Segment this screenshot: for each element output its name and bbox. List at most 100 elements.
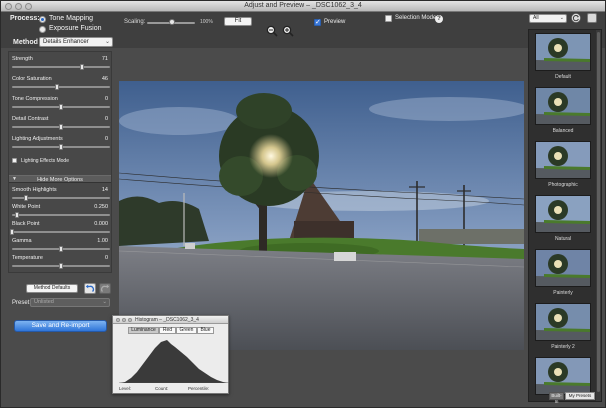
- detail-contrast-slider[interactable]: [12, 124, 110, 130]
- preset-select[interactable]: Unlisted ⌄: [30, 298, 110, 307]
- hdr-photo-preview: [119, 81, 524, 350]
- tone-mapping-label: Tone Mapping: [49, 15, 93, 22]
- tone-compression-value: 0: [104, 96, 108, 102]
- gamma-value: 1.00: [97, 238, 108, 244]
- scaling-value: 100%: [200, 19, 213, 25]
- preset-thumbnail: [535, 33, 591, 71]
- gamma-slider-knob[interactable]: [59, 246, 63, 252]
- top-toolbar: Process: Tone Mapping Exposure Fusion Me…: [1, 12, 605, 48]
- chevron-down-icon: ⌄: [559, 15, 564, 21]
- chevron-down-icon: ⌄: [102, 299, 107, 305]
- temperature-slider[interactable]: [12, 263, 110, 269]
- lighting-adjustments-slider-knob[interactable]: [59, 144, 63, 150]
- strength-slider-knob[interactable]: [79, 64, 84, 70]
- list-view-icon[interactable]: [587, 13, 597, 23]
- method-defaults-button[interactable]: Method Defaults: [26, 284, 78, 293]
- color-saturation-value: 46: [101, 76, 108, 82]
- tab-my-presets[interactable]: My Presets: [565, 392, 595, 400]
- histogram-close-button[interactable]: [116, 318, 120, 322]
- save-and-reimport-button[interactable]: Save and Re-import: [14, 320, 107, 332]
- more-options-label: Hide More Options: [37, 177, 83, 183]
- smooth-highlights-slider[interactable]: [12, 195, 110, 201]
- preset-label: Preset:: [12, 300, 32, 306]
- white-point-label: White Point: [12, 204, 41, 210]
- method-select[interactable]: Details Enhancer ⌄: [39, 37, 113, 47]
- help-icon[interactable]: ?: [435, 15, 443, 23]
- redo-icon: [100, 284, 110, 292]
- preview-image[interactable]: [119, 81, 524, 350]
- scaling-label: Scaling:: [124, 19, 146, 25]
- strength-slider[interactable]: [12, 64, 110, 70]
- more-options-toggle[interactable]: ▼ Hide More Options: [9, 175, 111, 183]
- histogram-percentile-label: Percentile:: [188, 386, 210, 391]
- white-point-slider[interactable]: [12, 212, 110, 218]
- detail-contrast-label: Detail Contrast: [12, 116, 49, 122]
- temperature-value: 0: [104, 255, 108, 261]
- black-point-slider[interactable]: [10, 229, 110, 235]
- white-point-value: 0.250: [94, 204, 108, 210]
- black-point-slider-knob[interactable]: [10, 229, 14, 235]
- redo-button[interactable]: [99, 283, 111, 294]
- gamma-slider[interactable]: [12, 246, 110, 252]
- preset-name: Default: [555, 74, 571, 80]
- lighting-effects-checkbox[interactable]: [12, 158, 17, 163]
- tone-compression-label: Tone Compression: [12, 96, 58, 102]
- adjust-preview-window: Adjust and Preview – _DSC1062_3_4 Proces…: [0, 0, 606, 408]
- tone-compression-slider[interactable]: [12, 104, 110, 110]
- fit-button[interactable]: Fit: [224, 17, 252, 26]
- exposure-fusion-label: Exposure Fusion: [49, 25, 102, 32]
- temperature-slider-knob[interactable]: [59, 263, 63, 269]
- zoom-out-icon[interactable]: [266, 25, 278, 37]
- presets-filter-value: All: [533, 15, 539, 21]
- histogram-tab-blue[interactable]: Blue: [197, 327, 214, 334]
- white-point-slider-knob[interactable]: [14, 212, 19, 218]
- preset-select-value: Unlisted: [34, 299, 54, 305]
- tab-built-in[interactable]: Built-In: [549, 392, 564, 404]
- title-bar: Adjust and Preview – _DSC1062_3_4: [1, 1, 605, 12]
- histogram-tab-green[interactable]: Green: [176, 327, 197, 334]
- presets-scrollbar[interactable]: [596, 30, 601, 401]
- preset-name: Balanced: [552, 128, 574, 134]
- settings-panel: Strength 71 Color Saturation 46 Tone Compres…: [8, 51, 112, 273]
- presets-scrollbar-thumb[interactable]: [597, 32, 600, 392]
- scaling-slider-knob[interactable]: [169, 19, 175, 25]
- preset-thumbnail: [535, 357, 591, 395]
- lighting-adjustments-value: 0: [104, 136, 108, 142]
- preview-checkbox[interactable]: [314, 18, 321, 26]
- preset-thumbnail: [535, 303, 591, 341]
- selection-mode-checkbox[interactable]: [385, 15, 392, 22]
- strength-label: Strength: [12, 56, 33, 62]
- histogram-level-label: Level:: [119, 386, 132, 391]
- zoom-in-icon[interactable]: [282, 25, 294, 37]
- temperature-label: Temperature: [12, 255, 43, 261]
- histogram-zoom-button[interactable]: [128, 318, 132, 322]
- preset-thumbnail: [535, 195, 591, 233]
- presets-filter-select[interactable]: All ⌄: [529, 14, 567, 23]
- color-saturation-slider-knob[interactable]: [55, 84, 60, 90]
- preset-name: Painterly: [553, 290, 573, 296]
- chevron-down-icon: ⌄: [104, 39, 110, 45]
- process-label: Process:: [10, 15, 40, 22]
- histogram-minimize-button[interactable]: [122, 318, 126, 322]
- histogram-tab-red[interactable]: Red: [159, 327, 176, 334]
- histogram-title-bar[interactable]: Histogram – _DSC1062_3_4: [113, 316, 228, 324]
- tone-mapping-radio[interactable]: [39, 16, 46, 23]
- smooth-highlights-slider-knob[interactable]: [23, 195, 28, 201]
- undo-button[interactable]: [84, 283, 96, 294]
- histogram-tab-luminance[interactable]: Luminance: [128, 327, 159, 334]
- detail-contrast-slider-knob[interactable]: [59, 124, 63, 130]
- luminance-histogram-plot: [119, 340, 229, 383]
- histogram-window: Histogram – _DSC1062_3_4 Luminance Red G…: [112, 315, 229, 394]
- detail-contrast-value: 0: [104, 116, 108, 122]
- lighting-adjustments-slider[interactable]: [12, 144, 110, 150]
- tone-compression-slider-knob[interactable]: [59, 104, 63, 110]
- exposure-fusion-radio[interactable]: [39, 26, 46, 33]
- color-saturation-slider[interactable]: [12, 84, 110, 90]
- smooth-highlights-label: Smooth Highlights: [12, 187, 57, 193]
- selection-mode-label: Selection Mode: [395, 15, 437, 21]
- method-select-value: Details Enhancer: [43, 39, 89, 45]
- preset-thumbnail: [535, 141, 591, 179]
- refresh-icon[interactable]: [571, 13, 581, 23]
- undo-icon: [85, 284, 95, 292]
- preset-thumbnail: [535, 87, 591, 125]
